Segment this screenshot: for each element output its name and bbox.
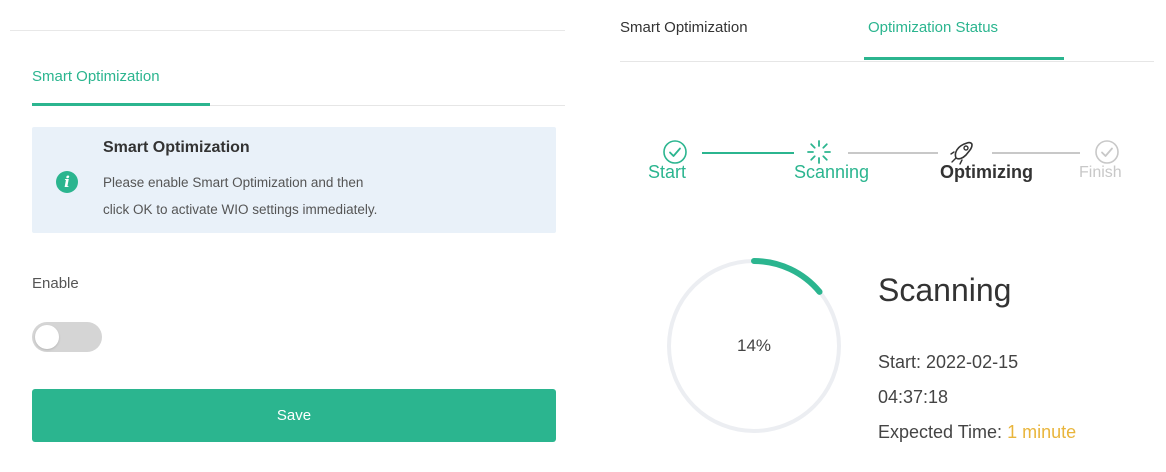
step-connector-2 xyxy=(848,152,938,154)
tab-optimization-status[interactable]: Optimization Status xyxy=(868,19,998,36)
optimization-status-panel: Smart Optimization Optimization Status S… xyxy=(612,0,1166,471)
expected-time: Expected Time: 1 minute xyxy=(878,422,1076,443)
step-connector-1 xyxy=(702,152,794,154)
left-tab-bar: Smart Optimization xyxy=(32,31,565,106)
save-button[interactable]: Save xyxy=(32,389,556,442)
right-tab-bar: Smart Optimization Optimization Status xyxy=(620,0,1154,62)
info-message-line-1: Please enable Smart Optimization and the… xyxy=(103,175,364,190)
active-tab-indicator xyxy=(864,57,1064,60)
enable-label: Enable xyxy=(32,275,79,292)
progress-ring: 14% xyxy=(664,256,844,436)
progress-percent: 14% xyxy=(736,336,772,355)
expected-time-value: 1 minute xyxy=(1007,422,1077,442)
toggle-knob xyxy=(35,325,59,349)
tab-smart-optimization-left[interactable]: Smart Optimization xyxy=(32,68,160,85)
tab-smart-optimization[interactable]: Smart Optimization xyxy=(620,19,748,36)
status-title: Scanning xyxy=(878,272,1012,308)
step-label-scanning: Scanning xyxy=(794,162,870,182)
enable-toggle[interactable] xyxy=(32,322,102,352)
start-time-line-2: 04:37:18 xyxy=(878,387,949,407)
info-notice: i Smart Optimization Please enable Smart… xyxy=(32,127,556,233)
check-circle-icon xyxy=(1095,140,1119,164)
info-message-line-2: click OK to activate WIO settings immedi… xyxy=(103,202,378,217)
info-message: Please enable Smart Optimization and the… xyxy=(103,169,523,223)
step-label-finish: Finish xyxy=(1079,164,1122,181)
info-title: Smart Optimization xyxy=(103,139,250,156)
step-connector-3 xyxy=(992,152,1080,154)
expected-time-label: Expected Time: xyxy=(878,422,1008,442)
active-tab-indicator xyxy=(32,103,210,106)
step-label-optimizing: Optimizing xyxy=(940,162,1033,182)
start-time-line-1: Start: 2022-02-15 xyxy=(878,352,1019,372)
smart-optimization-panel: Smart Optimization i Smart Optimization … xyxy=(10,30,565,472)
info-icon: i xyxy=(56,171,78,193)
step-label-start: Start xyxy=(648,162,687,182)
